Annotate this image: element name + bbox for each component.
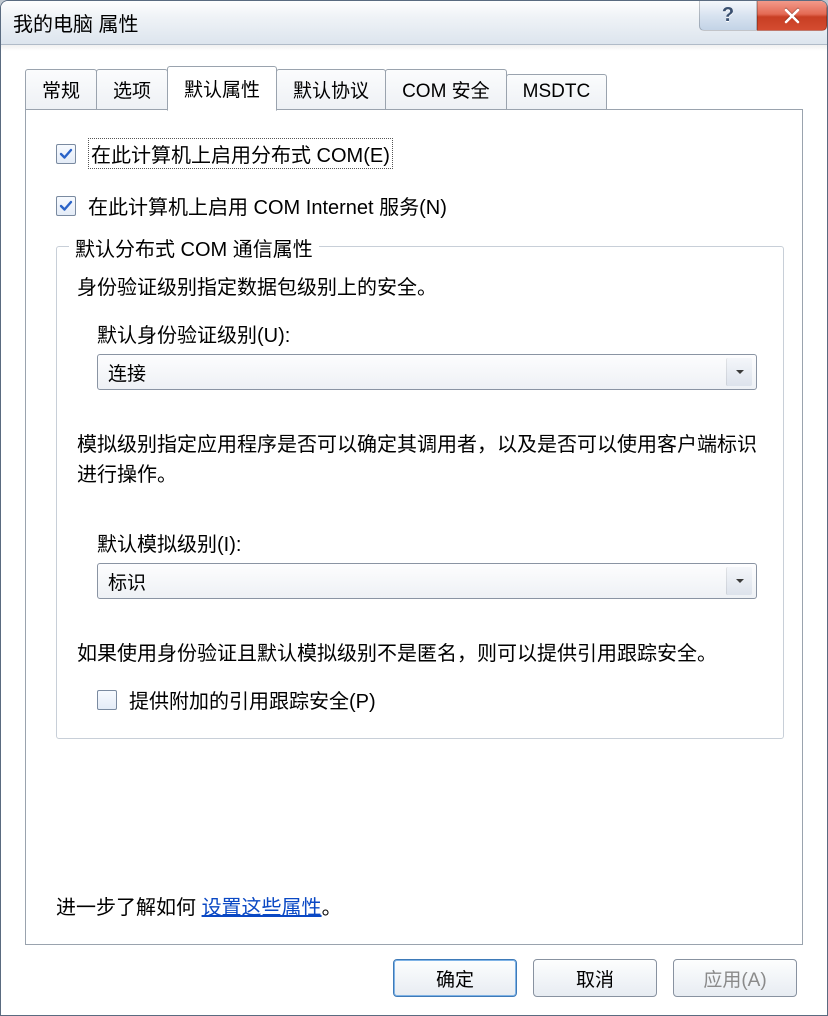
tab-options[interactable]: 选项 xyxy=(96,69,168,109)
enable-internet-label: 在此计算机上启用 COM Internet 服务(N) xyxy=(88,191,447,220)
enable-internet-row: 在此计算机上启用 COM Internet 服务(N) xyxy=(56,191,784,220)
impersonation-description: 模拟级别指定应用程序是否可以确定其调用者，以及是否可以使用客户端标识进行操作。 xyxy=(77,430,763,490)
tab-general[interactable]: 常规 xyxy=(25,69,97,109)
ref-tracking-checkbox[interactable] xyxy=(97,690,117,710)
learn-more-suffix: 。 xyxy=(322,897,342,919)
chevron-down-icon xyxy=(726,358,752,386)
titlebar: 我的电脑 属性 ? xyxy=(1,1,827,45)
tab-default-protocols[interactable]: 默认协议 xyxy=(276,69,386,109)
cancel-button[interactable]: 取消 xyxy=(533,959,657,997)
impersonation-level-label: 默认模拟级别(I): xyxy=(97,528,763,557)
ok-button[interactable]: 确定 xyxy=(393,959,517,997)
chevron-down-icon xyxy=(726,567,752,595)
auth-level-combo[interactable]: 连接 xyxy=(97,354,757,390)
titlebar-controls: ? xyxy=(699,1,827,33)
auth-level-value: 连接 xyxy=(108,359,726,386)
close-icon xyxy=(783,7,801,25)
ref-tracking-row: 提供附加的引用跟踪安全(P) xyxy=(97,685,763,714)
learn-more-link[interactable]: 设置这些属性 xyxy=(202,897,322,919)
enable-internet-checkbox[interactable] xyxy=(56,196,76,216)
ref-tracking-description: 如果使用身份验证且默认模拟级别不是匿名，则可以提供引用跟踪安全。 xyxy=(77,639,763,669)
ref-tracking-label: 提供附加的引用跟踪安全(P) xyxy=(129,685,376,714)
auth-description: 身份验证级别指定数据包级别上的安全。 xyxy=(77,273,763,303)
dcom-communication-group: 默认分布式 COM 通信属性 身份验证级别指定数据包级别上的安全。 默认身份验证… xyxy=(56,246,784,739)
tab-msdtc[interactable]: MSDTC xyxy=(506,74,608,109)
window-title: 我的电脑 属性 xyxy=(13,8,139,37)
learn-more-line: 进一步了解如何 设置这些属性。 xyxy=(56,861,784,920)
tab-com-security[interactable]: COM 安全 xyxy=(385,69,507,109)
apply-button[interactable]: 应用(A) xyxy=(673,959,797,997)
tabstrip: 常规 选项 默认属性 默认协议 COM 安全 MSDTC xyxy=(25,71,803,109)
group-title: 默认分布式 COM 通信属性 xyxy=(69,233,319,262)
check-icon xyxy=(58,146,74,162)
auth-level-label: 默认身份验证级别(U): xyxy=(97,319,763,348)
help-button[interactable]: ? xyxy=(699,1,757,31)
enable-dcom-checkbox[interactable] xyxy=(56,144,76,164)
close-button[interactable] xyxy=(757,1,827,31)
enable-dcom-row: 在此计算机上启用分布式 COM(E) xyxy=(56,138,784,169)
client-area: 常规 选项 默认属性 默认协议 COM 安全 MSDTC 在此计算机上启用分布式… xyxy=(1,45,827,1015)
enable-dcom-label: 在此计算机上启用分布式 COM(E) xyxy=(88,138,393,169)
impersonation-level-value: 标识 xyxy=(108,568,726,595)
help-icon: ? xyxy=(722,4,734,27)
properties-dialog: 我的电脑 属性 ? 常规 选项 默认属性 默认协议 COM 安全 MSDTC 在 xyxy=(0,0,828,1016)
learn-more-prefix: 进一步了解如何 xyxy=(56,897,196,919)
dialog-button-row: 确定 取消 应用(A) xyxy=(25,945,803,997)
check-icon xyxy=(58,198,74,214)
tab-panel-default-properties: 在此计算机上启用分布式 COM(E) 在此计算机上启用 COM Internet… xyxy=(25,109,803,945)
tab-default-properties[interactable]: 默认属性 xyxy=(167,66,277,111)
impersonation-level-combo[interactable]: 标识 xyxy=(97,563,757,599)
